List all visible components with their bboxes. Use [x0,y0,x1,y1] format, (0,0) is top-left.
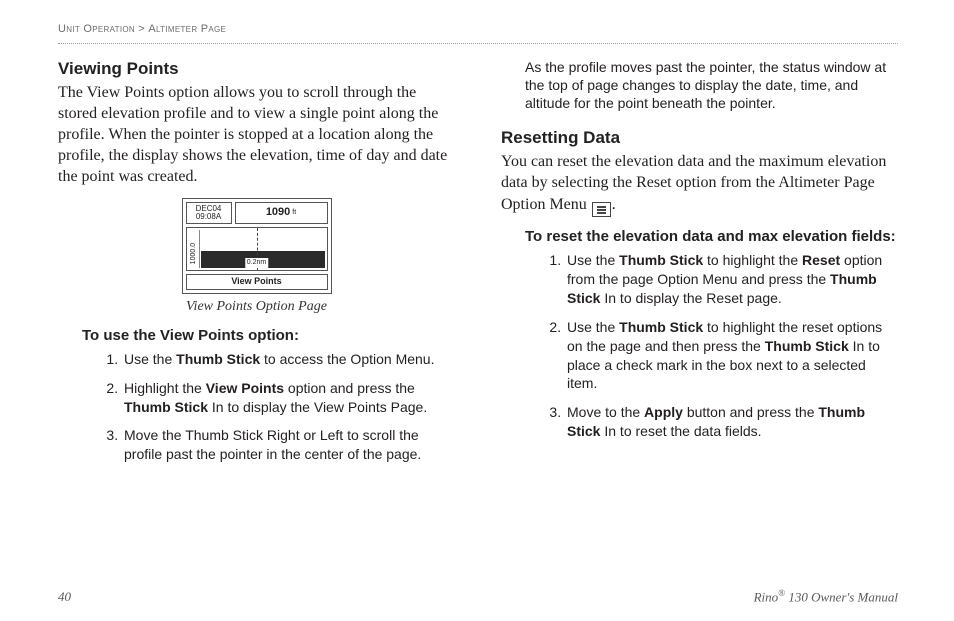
step-bold: Thumb Stick [176,351,260,367]
device-time: 09:08A [196,213,221,221]
resetting-data-intro: You can reset the elevation data and the… [501,151,898,217]
breadcrumb-b: Altimeter Page [148,23,226,35]
figure-view-points: DEC04 09:08A 1090 ft 1000.0 0.2nm [58,198,455,316]
step-text: option and press the [284,380,415,396]
profile-pointer-note: As the profile moves past the pointer, t… [525,58,898,113]
right-column: As the profile moves past the pointer, t… [501,58,898,475]
breadcrumb: Unit Operation > Altimeter Page [58,22,898,44]
step-text: Use the [124,351,176,367]
list-item: Move the Thumb Stick Right or Left to sc… [122,426,455,464]
reset-intro-a: You can reset the elevation data and the… [501,153,886,212]
step-text: In to display the View Points Page. [208,399,427,415]
device-elev-cell: 1090 ft [235,202,328,224]
step-bold: Thumb Stick [765,338,849,354]
steps-view-points: Use the Thumb Stick to access the Option… [82,350,455,464]
step-text: Use the [567,319,619,335]
heading-resetting-data: Resetting Data [501,127,898,149]
device-elev-unit: ft [292,208,296,217]
step-text: Move the Thumb Stick Right or Left to sc… [124,427,421,462]
step-bold: Thumb Stick [619,319,703,335]
option-menu-icon [592,202,611,217]
breadcrumb-a: Unit Operation [58,23,135,35]
list-item: Highlight the View Points option and pre… [122,379,455,417]
page-number: 40 [58,588,71,605]
step-bold: View Points [206,380,284,396]
device-date-cell: DEC04 09:08A [186,202,232,224]
device-tab-label: View Points [186,274,328,290]
step-bold: Thumb Stick [619,252,703,268]
subhead-reset-fields: To reset the elevation data and max elev… [525,227,898,247]
book-title-b: 130 Owner's Manual [785,589,898,604]
step-text: Highlight the [124,380,206,396]
heading-viewing-points: Viewing Points [58,58,455,80]
device-ylabel: 1000.0 [189,242,198,263]
step-text: Use the [567,252,619,268]
step-text: In to reset the data fields. [600,423,761,439]
reset-intro-b: . [612,196,616,213]
device-xlabel: 0.2nm [245,258,268,267]
list-item: Use the Thumb Stick to highlight the Res… [565,251,898,308]
device-screenshot: DEC04 09:08A 1090 ft 1000.0 0.2nm [182,198,332,294]
step-text: to highlight the [703,252,802,268]
steps-reset: Use the Thumb Stick to highlight the Res… [525,251,898,441]
list-item: Use the Thumb Stick to access the Option… [122,350,455,369]
step-bold: Reset [802,252,840,268]
viewing-points-intro: The View Points option allows you to scr… [58,82,455,188]
device-elev: 1090 [266,205,290,220]
figure-caption: View Points Option Page [186,298,327,316]
step-text: Move to the [567,404,644,420]
step-bold: Thumb Stick [124,399,208,415]
step-text: to access the Option Menu. [260,351,434,367]
step-bold: Apply [644,404,683,420]
subhead-use-view-points: To use the View Points option: [82,326,455,346]
step-text: In to display the Reset page. [600,290,781,306]
book-title-a: Rino [754,589,779,604]
book-title: Rino® 130 Owner's Manual [754,587,898,605]
page-footer: 40 Rino® 130 Owner's Manual [58,587,898,605]
device-chart: 1000.0 0.2nm [186,227,328,271]
left-column: Viewing Points The View Points option al… [58,58,455,475]
breadcrumb-sep: > [135,23,148,35]
list-item: Move to the Apply button and press the T… [565,403,898,441]
step-text: button and press the [683,404,818,420]
list-item: Use the Thumb Stick to highlight the res… [565,318,898,394]
